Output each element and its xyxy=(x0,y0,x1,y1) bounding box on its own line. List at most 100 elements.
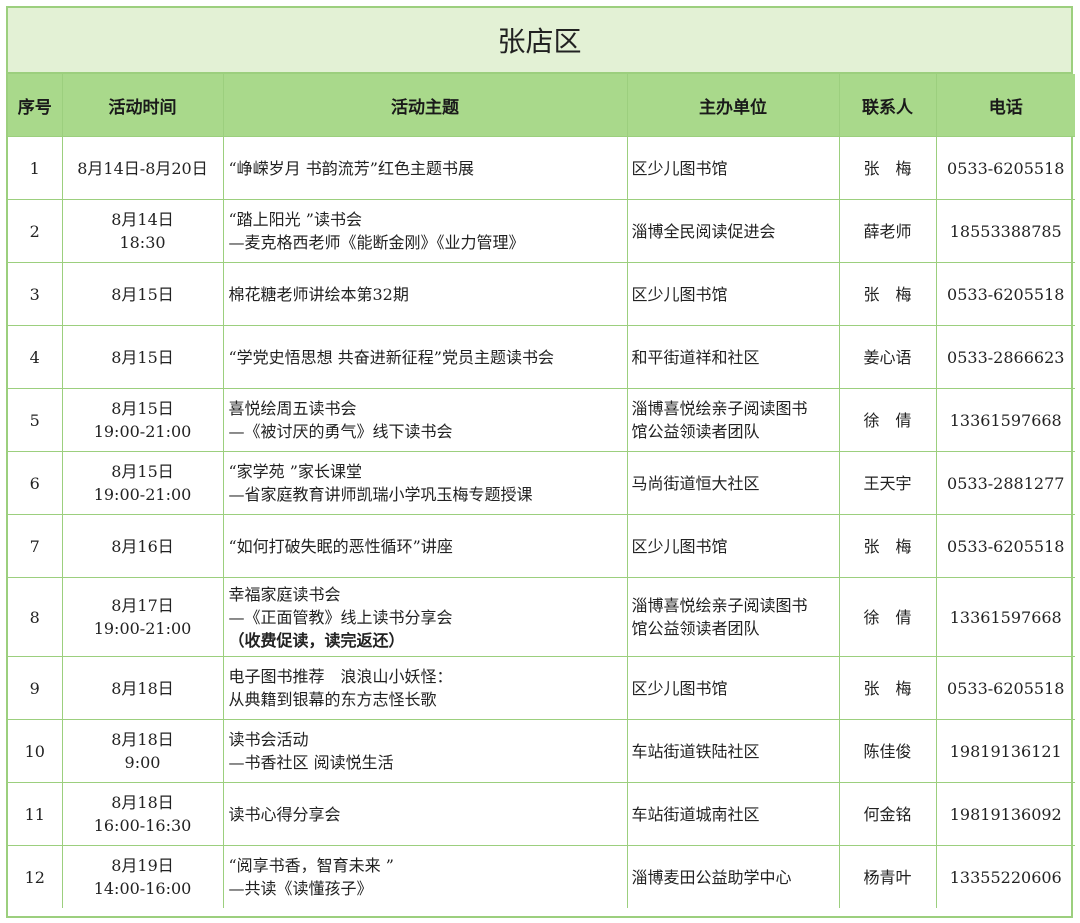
time-line: 8月15日 xyxy=(111,284,174,304)
org-line: 区少儿图书馆 xyxy=(631,158,728,178)
org-line: 区少儿图书馆 xyxy=(631,536,728,556)
cell-no: 3 xyxy=(8,262,63,326)
theme-line: “阅享书香，智育未来 ” xyxy=(228,856,394,875)
org-line: 淄博麦田公益助学中心 xyxy=(631,867,792,887)
cell-theme: 棉花糖老师讲绘本第32期 xyxy=(222,262,628,326)
header-time: 活动时间 xyxy=(61,74,224,137)
cell-phone: 0533-2866623 xyxy=(935,325,1075,389)
table-row: 6 8月15日 19:00-21:00 “家学苑 ”家长课堂 —省家庭教育讲师凯瑞小学巩… xyxy=(8,451,1075,515)
cell-phone: 0533-6205518 xyxy=(935,656,1075,720)
time-line: 8月15日 xyxy=(111,462,174,481)
cell-org: 区少儿图书馆 xyxy=(626,262,840,326)
org-line: 车站街道铁陆社区 xyxy=(631,741,760,761)
theme-line: “峥嵘岁月 书韵流芳”红色主题书展 xyxy=(228,158,474,178)
theme-line: —共读《读懂孩子》 xyxy=(228,879,373,898)
header-org: 主办单位 xyxy=(626,74,840,137)
org-line: 和平街道祥和社区 xyxy=(631,347,760,367)
cell-contact: 张 梅 xyxy=(838,514,937,578)
header-phone: 电话 xyxy=(935,74,1075,137)
table-row: 9 8月18日 电子图书推荐 浪浪山小妖怪： 从典籍到银幕的东方志怪长歌 区少儿图书馆 张… xyxy=(8,656,1075,720)
time-line: 18:30 xyxy=(119,233,166,252)
cell-phone: 0533-6205518 xyxy=(935,136,1075,200)
theme-line: “踏上阳光 ”读书会 xyxy=(228,210,362,229)
cell-phone: 19819136121 xyxy=(935,719,1075,783)
theme-line: —《正面管教》线上读书分享会 xyxy=(228,607,453,627)
time-line: 16:00-16:30 xyxy=(93,816,192,835)
cell-org: 淄博全民阅读促进会 xyxy=(626,199,840,263)
cell-no: 12 xyxy=(8,845,63,908)
cell-phone: 0533-2881277 xyxy=(935,451,1075,515)
cell-no: 4 xyxy=(8,325,63,389)
time-line: 8月17日 xyxy=(111,596,174,615)
cell-contact: 张 梅 xyxy=(838,656,937,720)
cell-org: 区少儿图书馆 xyxy=(626,656,840,720)
time-line: 9:00 xyxy=(124,753,161,772)
cell-theme: 喜悦绘周五读书会 —《被讨厌的勇气》线下读书会 xyxy=(222,388,628,452)
cell-no: 9 xyxy=(8,656,63,720)
cell-time: 8月18日 9:00 xyxy=(61,719,224,783)
table-row: 8 8月17日 19:00-21:00 幸福家庭读书会 —《正面管教》线上读书分享会 （收… xyxy=(8,577,1075,657)
org-line: 淄博全民阅读促进会 xyxy=(631,221,776,241)
cell-no: 10 xyxy=(8,719,63,783)
table-row: 3 8月15日 棉花糖老师讲绘本第32期 区少儿图书馆 张 梅 0533-6205518 xyxy=(8,262,1075,326)
cell-time: 8月19日 14:00-16:00 xyxy=(61,845,224,908)
org-line: 馆公益领读者团队 xyxy=(631,619,760,638)
org-line: 淄博喜悦绘亲子阅读图书 xyxy=(631,596,808,615)
activity-table-sheet: 张店区 序号 活动时间 活动主题 主办单位 联系人 电话 1 8月14日-8月20… xyxy=(6,6,1075,918)
cell-time: 8月15日 19:00-21:00 xyxy=(61,451,224,515)
theme-line: “家学苑 ”家长课堂 xyxy=(228,462,362,481)
cell-org: 和平街道祥和社区 xyxy=(626,325,840,389)
time-line: 8月18日 xyxy=(111,678,174,698)
cell-contact: 陈佳俊 xyxy=(838,719,937,783)
time-line: 19:00-21:00 xyxy=(93,619,192,638)
cell-phone: 0533-6205518 xyxy=(935,514,1075,578)
cell-time: 8月16日 xyxy=(61,514,224,578)
cell-theme: “峥嵘岁月 书韵流芳”红色主题书展 xyxy=(222,136,628,200)
theme-line: 电子图书推荐 浪浪山小妖怪： xyxy=(228,667,453,686)
table-row: 7 8月16日 “如何打破失眠的恶性循环”讲座 区少儿图书馆 张 梅 0533-62055… xyxy=(8,514,1075,578)
time-line: 8月19日 xyxy=(111,856,174,875)
cell-time: 8月17日 19:00-21:00 xyxy=(61,577,224,657)
cell-no: 8 xyxy=(8,577,63,657)
cell-time: 8月15日 xyxy=(61,325,224,389)
cell-time: 8月15日 19:00-21:00 xyxy=(61,388,224,452)
header-contact: 联系人 xyxy=(838,74,937,137)
theme-line: 从典籍到银幕的东方志怪长歌 xyxy=(228,690,437,709)
cell-time: 8月18日 16:00-16:30 xyxy=(61,782,224,846)
theme-line: 喜悦绘周五读书会 xyxy=(228,399,357,418)
cell-org: 淄博麦田公益助学中心 xyxy=(626,845,840,908)
header-no: 序号 xyxy=(8,74,63,137)
table-row: 10 8月18日 9:00 读书会活动 —书香社区 阅读悦生活 车站街道铁陆社区 陈佳俊 19… xyxy=(8,719,1075,783)
cell-contact: 王天宇 xyxy=(838,451,937,515)
org-line: 车站街道城南社区 xyxy=(631,804,760,824)
theme-line: （收费促读，读完返还） xyxy=(228,630,405,650)
time-line: 8月14日-8月20日 xyxy=(77,158,208,178)
time-line: 8月14日 xyxy=(111,210,174,229)
cell-no: 6 xyxy=(8,451,63,515)
theme-line: —省家庭教育讲师凯瑞小学巩玉梅专题授课 xyxy=(228,485,533,504)
activity-table: 序号 活动时间 活动主题 主办单位 联系人 电话 1 8月14日-8月20日 “峥嵘… xyxy=(8,74,1075,908)
cell-contact: 何金铭 xyxy=(838,782,937,846)
cell-theme: 幸福家庭读书会 —《正面管教》线上读书分享会 （收费促读，读完返还） xyxy=(222,577,628,657)
cell-contact: 徐 倩 xyxy=(838,577,937,657)
table-row: 11 8月18日 16:00-16:30 读书心得分享会 车站街道城南社区 何金铭 1981… xyxy=(8,782,1075,846)
time-line: 8月16日 xyxy=(111,536,174,556)
table-row: 5 8月15日 19:00-21:00 喜悦绘周五读书会 —《被讨厌的勇气》线下读书会 淄… xyxy=(8,388,1075,452)
cell-no: 11 xyxy=(8,782,63,846)
cell-org: 区少儿图书馆 xyxy=(626,514,840,578)
org-line: 区少儿图书馆 xyxy=(631,284,728,304)
cell-no: 2 xyxy=(8,199,63,263)
theme-line: “如何打破失眠的恶性循环”讲座 xyxy=(228,536,453,556)
org-line: 马尚街道恒大社区 xyxy=(631,473,760,493)
cell-theme: 读书会活动 —书香社区 阅读悦生活 xyxy=(222,719,628,783)
cell-theme: 读书心得分享会 xyxy=(222,782,628,846)
table-body: 1 8月14日-8月20日 “峥嵘岁月 书韵流芳”红色主题书展 区少儿图书馆张 梅 05… xyxy=(8,136,1075,908)
theme-line: “学党史悟思想 共奋进新征程”党员主题读书会 xyxy=(228,347,554,367)
cell-theme: 电子图书推荐 浪浪山小妖怪： 从典籍到银幕的东方志怪长歌 xyxy=(222,656,628,720)
cell-org: 淄博喜悦绘亲子阅读图书 馆公益领读者团队 xyxy=(626,388,840,452)
cell-time: 8月18日 xyxy=(61,656,224,720)
cell-phone: 0533-6205518 xyxy=(935,262,1075,326)
theme-line: 幸福家庭读书会 xyxy=(228,584,341,604)
cell-no: 7 xyxy=(8,514,63,578)
theme-line: —麦克格西老师《能断金刚》《业力管理》 xyxy=(228,233,525,252)
